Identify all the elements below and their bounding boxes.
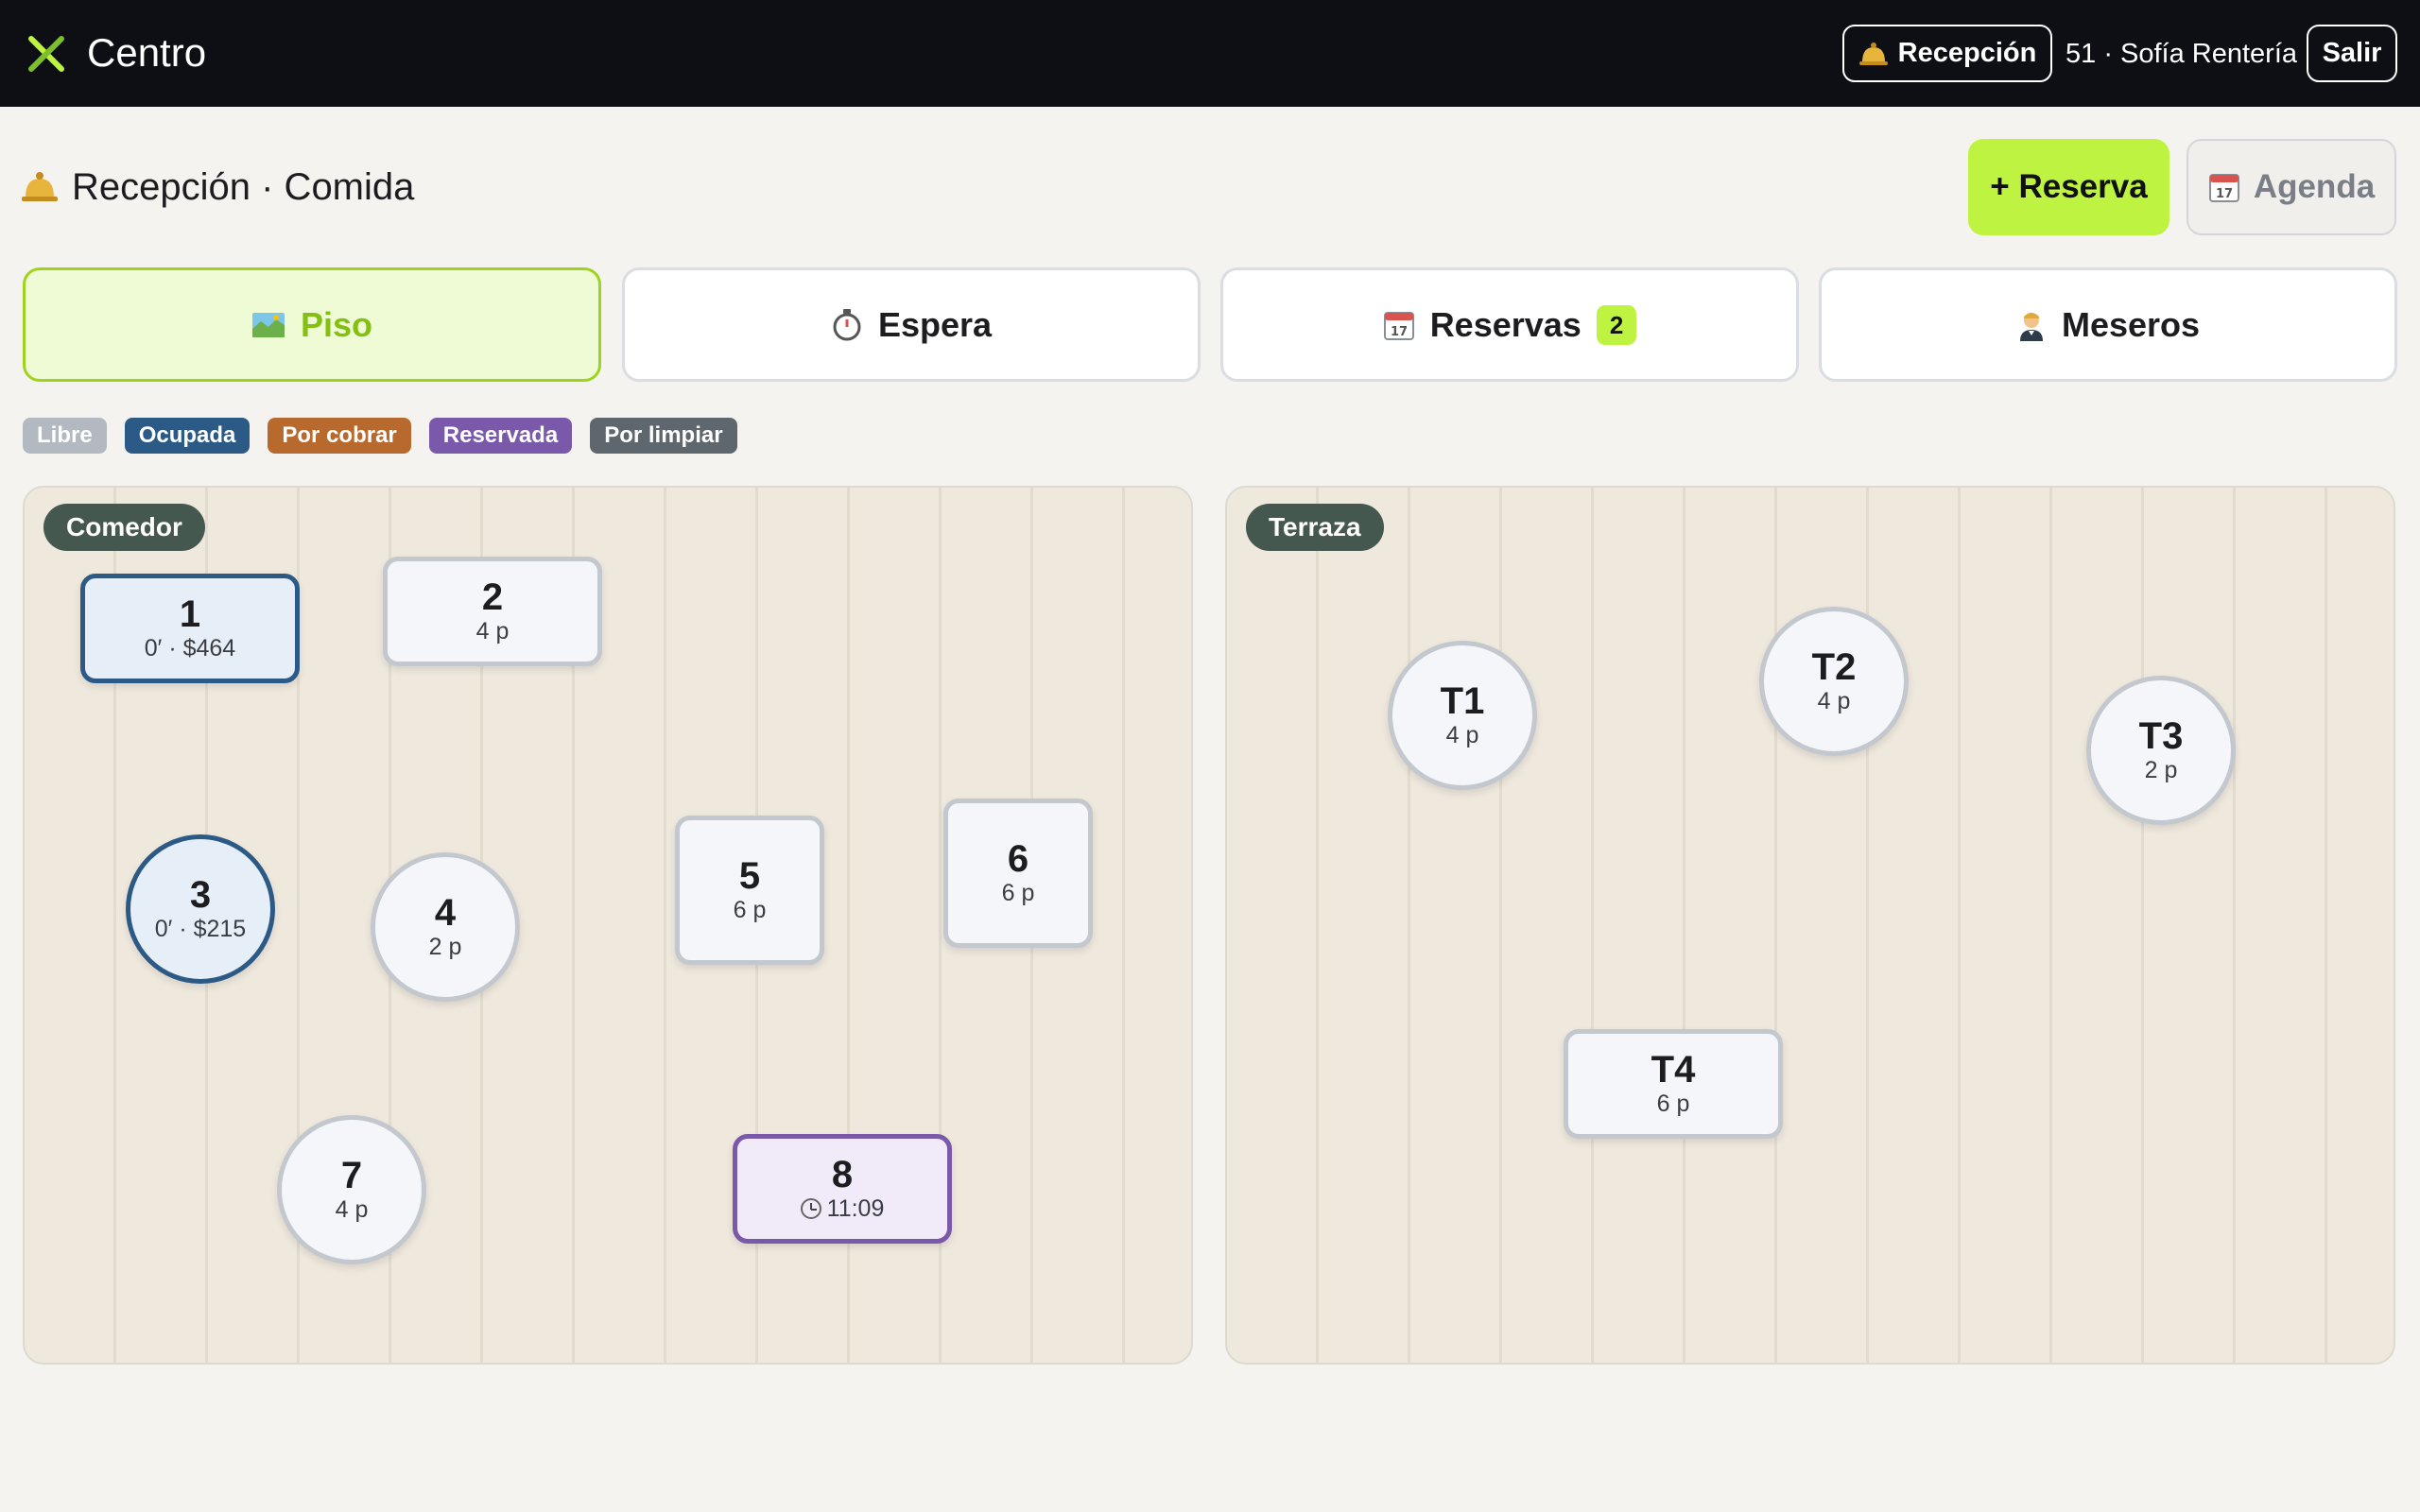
tab-label: Piso	[300, 304, 373, 344]
bell-icon	[22, 172, 58, 201]
table-number: T2	[1811, 646, 1857, 688]
calendar-icon: 17	[2208, 174, 2239, 202]
agenda-label: Agenda	[2253, 168, 2376, 205]
table-3[interactable]: 3 0′ · $215	[126, 834, 275, 984]
table-number: T3	[2138, 715, 2184, 757]
area-label: Comedor	[43, 504, 205, 551]
table-6[interactable]: 6 6 p	[943, 799, 1093, 948]
logo-icon	[26, 33, 67, 75]
table-t1[interactable]: T1 4 p	[1388, 641, 1537, 790]
table-detail: 4 p	[1445, 722, 1479, 748]
table-number: 3	[189, 874, 212, 916]
table-number: 8	[831, 1154, 854, 1195]
tab-meseros[interactable]: Meseros	[1819, 267, 2397, 382]
table-detail: 4 p	[335, 1196, 369, 1223]
table-detail: 0′ · $215	[154, 916, 247, 942]
tab-espera[interactable]: Espera	[622, 267, 1201, 382]
table-5[interactable]: 5 6 p	[675, 816, 824, 965]
recepcion-label: Recepción	[1897, 38, 2037, 68]
clock-icon	[800, 1198, 821, 1219]
table-t4[interactable]: T4 6 p	[1564, 1029, 1783, 1139]
table-number: T1	[1440, 680, 1485, 722]
user-info: 51 · Sofía Rentería	[2066, 39, 2298, 69]
recepcion-button[interactable]: Recepción	[1842, 25, 2052, 82]
table-detail: 2 p	[428, 934, 462, 960]
table-8[interactable]: 8 11:09	[733, 1134, 952, 1244]
legend-ocupada: Ocupada	[124, 418, 251, 454]
table-number: 2	[481, 576, 504, 618]
table-detail: 6 p	[1656, 1091, 1690, 1117]
table-detail: 6 p	[1001, 880, 1035, 906]
table-number: 4	[434, 892, 457, 934]
reservas-count-badge: 2	[1596, 304, 1637, 345]
legend-por-limpiar: Por limpiar	[590, 418, 737, 454]
area-terraza: Terraza T1 4 p T2 4 p T3 2 p T4 6 p	[1225, 486, 2395, 1365]
area-label: Terraza	[1246, 504, 1384, 551]
svg-text:17: 17	[1391, 325, 1408, 339]
table-detail: 4 p	[1817, 688, 1851, 714]
tab-reservas[interactable]: 17 Reservas 2	[1220, 267, 1799, 382]
map-icon	[251, 312, 285, 337]
tab-piso[interactable]: Piso	[23, 267, 601, 382]
legend-por-cobrar: Por cobrar	[268, 418, 411, 454]
table-t2[interactable]: T2 4 p	[1759, 607, 1909, 756]
page-title: Recepción · Comida	[21, 159, 414, 215]
table-detail: 6 p	[733, 897, 767, 923]
table-7[interactable]: 7 4 p	[277, 1115, 426, 1264]
table-number: 7	[340, 1155, 363, 1196]
table-number: T4	[1651, 1049, 1696, 1091]
tab-label: Reservas	[1429, 304, 1582, 344]
table-detail: 2 p	[2144, 757, 2178, 783]
brand-name: Centro	[87, 30, 207, 75]
waiter-icon	[2019, 312, 2043, 341]
tab-label: Espera	[877, 304, 993, 344]
table-detail: 11:09	[800, 1194, 885, 1223]
status-legend: Libre Ocupada Por cobrar Reservada Por l…	[23, 418, 737, 454]
add-reservation-button[interactable]: + Reserva	[1968, 139, 2169, 235]
area-comedor: Comedor 1 0′ · $464 2 4 p 3 0′ · $215 4 …	[23, 486, 1193, 1365]
legend-libre: Libre	[23, 418, 107, 454]
table-2[interactable]: 2 4 p	[383, 557, 602, 666]
svg-text:17: 17	[2216, 187, 2233, 201]
page-title-text: Recepción · Comida	[72, 166, 415, 208]
calendar-icon: 17	[1383, 311, 1414, 340]
table-number: 6	[1007, 838, 1029, 880]
stopwatch-icon	[833, 308, 861, 340]
table-t3[interactable]: T3 2 p	[2086, 676, 2236, 825]
top-bar: Centro Recepción 51 · Sofía Rentería Sal…	[0, 0, 2420, 107]
tab-label: Meseros	[2061, 304, 2201, 344]
legend-reservada: Reservada	[428, 418, 573, 454]
logout-button[interactable]: Salir	[2307, 25, 2397, 82]
bell-icon	[1858, 42, 1888, 65]
table-detail: 0′ · $464	[144, 635, 236, 662]
table-1[interactable]: 1 0′ · $464	[80, 574, 300, 683]
agenda-button[interactable]: 17 Agenda	[2187, 139, 2396, 235]
reservation-time: 11:09	[826, 1195, 885, 1222]
table-number: 1	[179, 593, 201, 635]
table-4[interactable]: 4 2 p	[371, 852, 520, 1002]
table-number: 5	[738, 855, 761, 897]
table-detail: 4 p	[475, 618, 510, 644]
